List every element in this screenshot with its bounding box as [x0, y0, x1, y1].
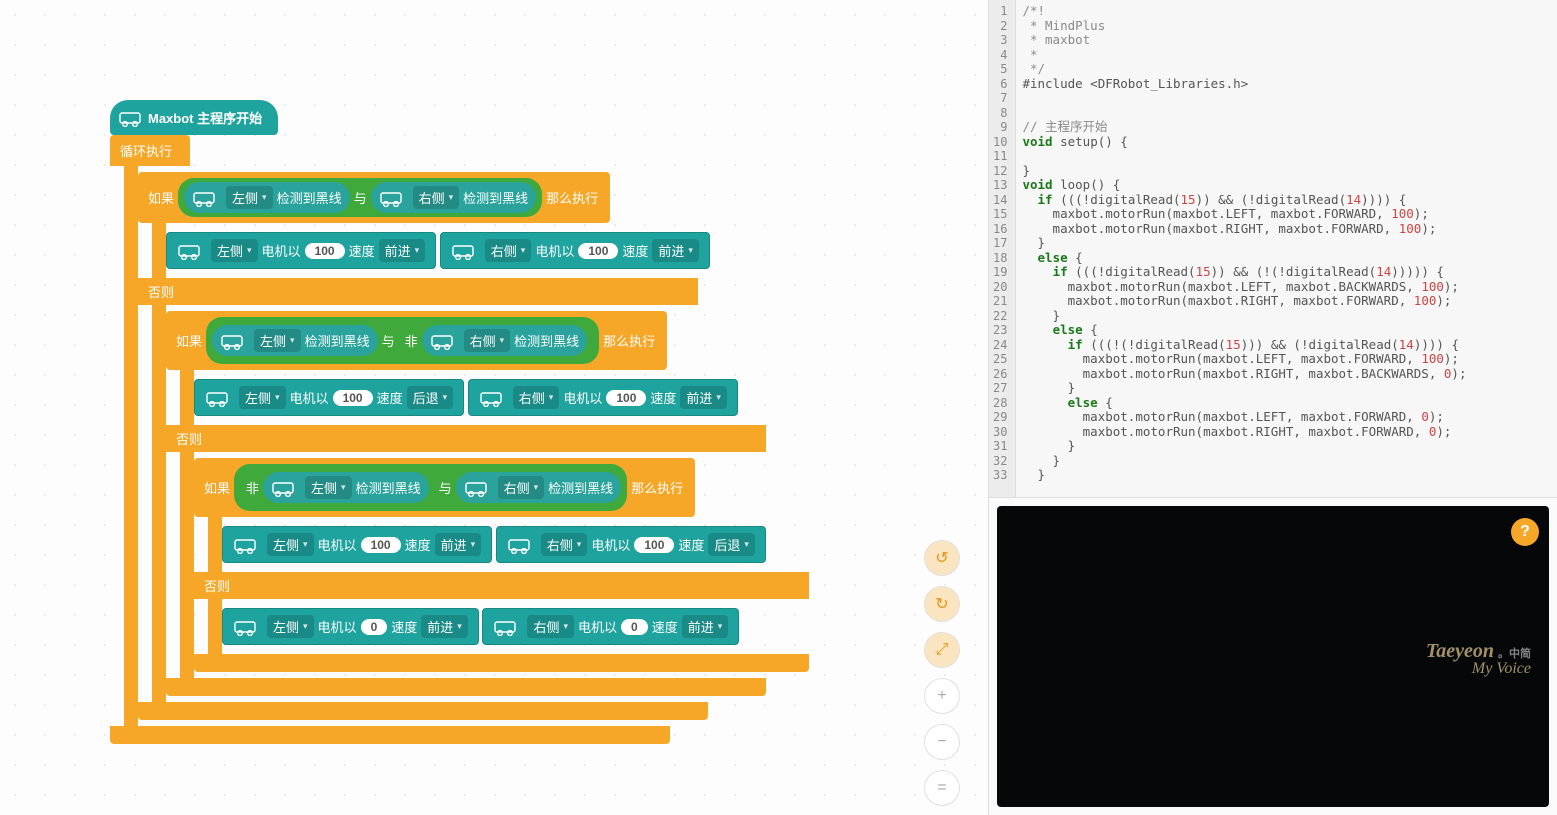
bot-icon: [507, 536, 531, 554]
side-dd[interactable]: 左侧: [254, 329, 301, 352]
forever-loop[interactable]: 循环执行 如果 左侧检测到黑线 与 右侧检测到黑线 那么执行 左侧电机以100速…: [110, 135, 809, 744]
side-dd[interactable]: 左侧: [226, 186, 273, 209]
bot-icon: [177, 242, 201, 260]
speed-input[interactable]: 100: [606, 390, 646, 406]
speed-input[interactable]: 100: [333, 390, 373, 406]
dir-dd[interactable]: 后退: [407, 386, 454, 409]
motor-side-dd[interactable]: 左侧: [239, 386, 286, 409]
bool-and-1[interactable]: 左侧检测到黑线 与 右侧检测到黑线: [178, 178, 542, 217]
bot-icon: [493, 618, 517, 636]
motor-side-dd[interactable]: 右侧: [485, 239, 532, 262]
hat-label: Maxbot 主程序开始: [148, 108, 262, 127]
bot-icon: [464, 479, 488, 497]
canvas-actions: ↺ ↻ ⤢ + − =: [924, 540, 960, 806]
recenter-button[interactable]: =: [924, 770, 960, 806]
dir-dd[interactable]: 前进: [680, 386, 727, 409]
else-label-2: 否则: [166, 425, 766, 452]
if2-end: [166, 678, 766, 696]
bot-icon: [379, 189, 403, 207]
motor-block[interactable]: 左侧电机以0速度前进: [222, 608, 479, 645]
crop-button[interactable]: ⤢: [924, 632, 960, 668]
if-block-1[interactable]: 如果 左侧检测到黑线 与 右侧检测到黑线 那么执行: [138, 172, 610, 223]
code-editor[interactable]: /*! * MindPlus * maxbot * */ #include <D…: [1016, 0, 1557, 497]
zoom-in-button[interactable]: +: [924, 678, 960, 714]
watermark: Taeyeon。中简 My Voice: [1426, 641, 1531, 677]
speed-input[interactable]: 100: [578, 243, 618, 259]
motor-block[interactable]: 左侧电机以100速度前进: [166, 232, 436, 269]
bot-icon: [118, 109, 142, 127]
motor-block[interactable]: 右侧电机以100速度后退: [496, 526, 766, 563]
bot-icon: [451, 242, 475, 260]
speed-input[interactable]: 100: [361, 537, 401, 553]
if-block-3[interactable]: 如果 非 左侧检测到黑线 与 右侧检测到黑线 那么执行: [194, 458, 695, 517]
stage-preview: ? Taeyeon。中简 My Voice: [997, 506, 1549, 807]
motor-side-dd[interactable]: 左侧: [267, 533, 314, 556]
side-dd[interactable]: 右侧: [498, 476, 545, 499]
dir-dd[interactable]: 前进: [379, 239, 426, 262]
if3-end: [194, 654, 809, 672]
sensor-left-2[interactable]: 左侧检测到黑线: [212, 325, 378, 356]
blocks-canvas[interactable]: Maxbot 主程序开始 循环执行 如果 左侧检测到黑线 与 右侧检测到黑线 那…: [0, 0, 988, 815]
bot-icon: [271, 479, 295, 497]
dir-dd[interactable]: 后退: [708, 533, 755, 556]
speed-input[interactable]: 100: [634, 537, 674, 553]
code-panel: 1234567891011121314151617181920212223242…: [989, 0, 1557, 498]
undo-button[interactable]: ↺: [924, 540, 960, 576]
speed-input[interactable]: 100: [305, 243, 345, 259]
dir-dd[interactable]: 前进: [435, 533, 482, 556]
sensor-right-3[interactable]: 右侧检测到黑线: [456, 472, 622, 503]
bot-icon: [479, 389, 503, 407]
side-dd[interactable]: 右侧: [464, 329, 511, 352]
dir-dd[interactable]: 前进: [652, 239, 699, 262]
bot-icon: [220, 332, 244, 350]
bot-icon: [233, 536, 257, 554]
motor-block[interactable]: 左侧电机以100速度前进: [222, 526, 492, 563]
motor-side-dd[interactable]: 右侧: [513, 386, 560, 409]
if-block-2[interactable]: 如果 左侧检测到黑线 与 非 右侧检测到黑线 那么执行: [166, 311, 667, 370]
sensor-right-2[interactable]: 右侧检测到黑线: [422, 325, 588, 356]
help-button[interactable]: ?: [1511, 518, 1539, 546]
bot-icon: [430, 332, 454, 350]
motor-side-dd[interactable]: 左侧: [267, 615, 314, 638]
motor-block[interactable]: 右侧电机以0速度前进: [482, 608, 739, 645]
motor-side-dd[interactable]: 右侧: [527, 615, 574, 638]
bot-icon: [233, 618, 257, 636]
redo-button[interactable]: ↻: [924, 586, 960, 622]
else-label-3: 否则: [194, 572, 809, 599]
side-dd[interactable]: 右侧: [413, 186, 460, 209]
sensor-right-1[interactable]: 右侧检测到黑线: [371, 182, 537, 213]
code-gutter: 1234567891011121314151617181920212223242…: [989, 0, 1016, 497]
speed-input[interactable]: 0: [621, 619, 648, 635]
sensor-left-1[interactable]: 左侧检测到黑线: [184, 182, 350, 213]
motor-block[interactable]: 右侧电机以100速度前进: [440, 232, 710, 269]
hat-block[interactable]: Maxbot 主程序开始: [110, 100, 278, 135]
loop-end: [110, 726, 670, 744]
if1-end: [138, 702, 708, 720]
bool-and-2[interactable]: 左侧检测到黑线 与 非 右侧检测到黑线: [206, 317, 599, 364]
motor-block[interactable]: 左侧电机以100速度后退: [194, 379, 464, 416]
motor-side-dd[interactable]: 左侧: [211, 239, 258, 262]
bot-icon: [205, 389, 229, 407]
motor-side-dd[interactable]: 右侧: [541, 533, 588, 556]
bool-and-3[interactable]: 非 左侧检测到黑线 与 右侧检测到黑线: [234, 464, 627, 511]
else-label-1: 否则: [138, 278, 698, 305]
bool-not-2[interactable]: 非 右侧检测到黑线: [399, 321, 594, 360]
bool-not-3[interactable]: 非 左侧检测到黑线: [240, 468, 435, 507]
dir-dd[interactable]: 前进: [421, 615, 468, 638]
bot-icon: [192, 189, 216, 207]
motor-block[interactable]: 右侧电机以100速度前进: [468, 379, 738, 416]
sensor-left-3[interactable]: 左侧检测到黑线: [263, 472, 429, 503]
dir-dd[interactable]: 前进: [682, 615, 729, 638]
zoom-out-button[interactable]: −: [924, 724, 960, 760]
speed-input[interactable]: 0: [361, 619, 388, 635]
loop-label: 循环执行: [110, 135, 190, 166]
side-dd[interactable]: 左侧: [305, 476, 352, 499]
